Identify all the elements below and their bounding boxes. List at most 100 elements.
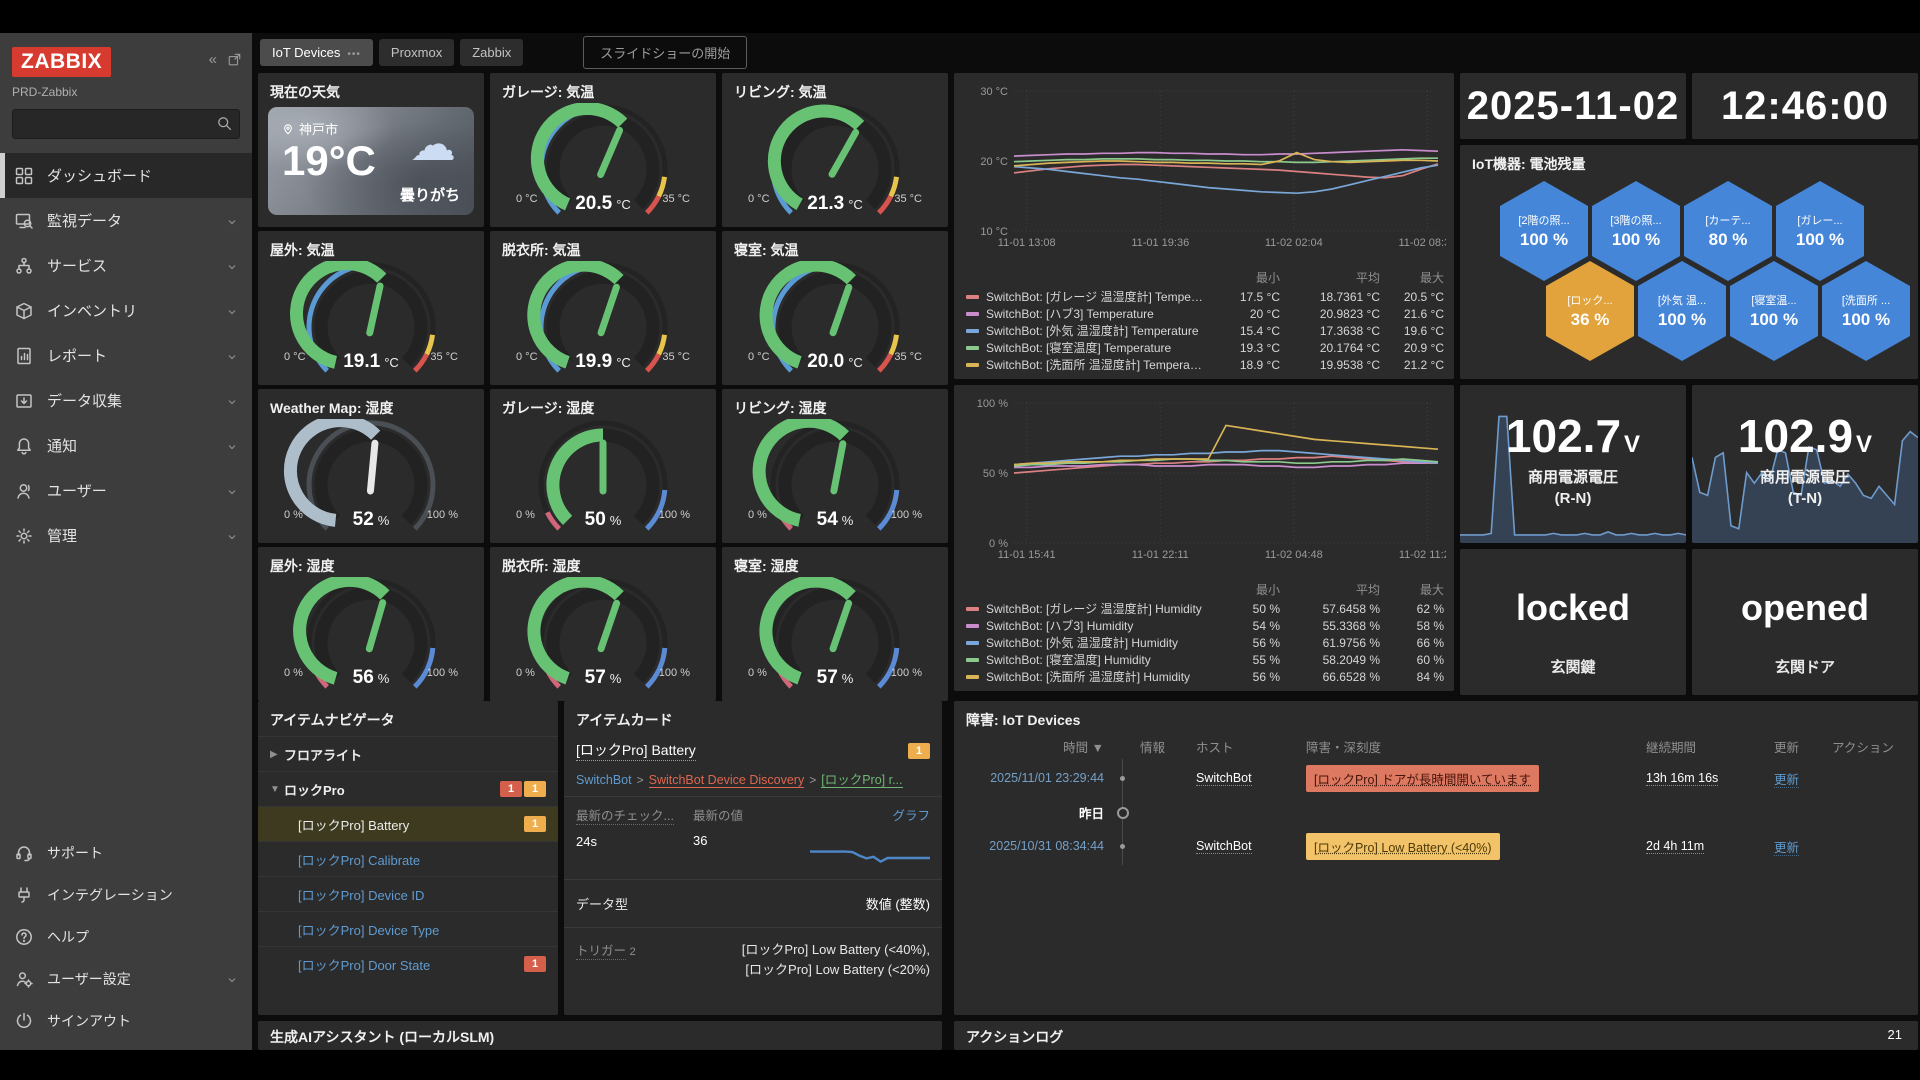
problems-column-header[interactable]: アクション (1832, 737, 1908, 756)
zabbix-logo[interactable]: ZABBIX (12, 47, 111, 77)
sidebar-item-administration[interactable]: 管理 (0, 513, 252, 558)
sidebar-item-monitoring[interactable]: 監視データ (0, 198, 252, 243)
legend-swatch (966, 624, 979, 628)
sidebar-item-notifications[interactable]: 通知 (0, 423, 252, 468)
gauge-value: 57% (490, 667, 716, 689)
widget-gauge-bathroom-temp: 脱衣所: 気温0 °C35 °C19.9°C (490, 231, 716, 385)
sidebar-item-integrations[interactable]: インテグレーション (0, 874, 252, 916)
dashboard-icon (14, 166, 34, 186)
problem-update-link[interactable]: 更新 (1774, 837, 1832, 856)
legend-row[interactable]: SwitchBot: [外気 温湿度計] Temperature15.4 °C1… (966, 322, 1444, 339)
problem-count-badge: 1 (524, 781, 546, 797)
svg-text:11-01 13:08: 11-01 13:08 (998, 237, 1056, 249)
battery-hex-cell[interactable]: [カーテ...80 % (1684, 181, 1772, 281)
problems-column-header[interactable]: 情報 (1140, 737, 1196, 756)
sidebar-item-label: 通知 (47, 435, 77, 456)
legend-row[interactable]: SwitchBot: [ガレージ 温湿度計] Humidity50 %57.64… (966, 600, 1444, 617)
sidebar-item-signout[interactable]: サインアウト (0, 1000, 252, 1042)
legend-row[interactable]: SwitchBot: [ハブ3] Humidity54 %55.3368 %58… (966, 617, 1444, 634)
navigator-group[interactable]: ▶フロアライト (258, 736, 558, 771)
legend-row[interactable]: SwitchBot: [ハブ3] Temperature20 °C20.9823… (966, 305, 1444, 322)
notifications-icon (14, 436, 34, 456)
legend-row[interactable]: SwitchBot: [洗面所 温湿度計] Temperature18.9 °C… (966, 356, 1444, 373)
sidebar-collapse-icon[interactable]: « (209, 51, 217, 68)
problems-date-separator: 昨日 (966, 797, 1908, 827)
sidebar-item-support[interactable]: サポート (0, 832, 252, 874)
chevron-down-icon (226, 973, 238, 985)
problem-duration[interactable]: 13h 16m 16s (1646, 771, 1774, 785)
legend-row[interactable]: SwitchBot: [ガレージ 温湿度計] Temperature17.5 °… (966, 288, 1444, 305)
problem-update-link[interactable]: 更新 (1774, 769, 1832, 788)
sidebar-item-reports[interactable]: レポート (0, 333, 252, 378)
humidity-chart[interactable]: 100 %50 %0 %11-01 15:4111-01 22:1111-02 … (962, 393, 1446, 565)
server-name: PRD-Zabbix (12, 85, 240, 99)
navigator-item[interactable]: [ロックPro] Battery1 (258, 806, 558, 841)
battery-hex-cell[interactable]: [洗面所 ...100 % (1822, 261, 1910, 361)
sidebar-search-input[interactable] (12, 109, 240, 139)
widget-front-door-lock: locked 玄関鍵 (1460, 549, 1686, 695)
battery-hex-cell[interactable]: [寝室温...100 % (1730, 261, 1818, 361)
problem-host[interactable]: SwitchBot (1196, 839, 1306, 853)
problems-column-header[interactable]: ホスト (1196, 737, 1306, 756)
tab-zabbix[interactable]: Zabbix (460, 39, 523, 66)
problems-column-header[interactable]: 障害・深刻度 (1306, 737, 1646, 756)
sidebar-item-help[interactable]: ヘルプ (0, 916, 252, 958)
problem-name-pill[interactable]: [ロックPro] ドアが長時間開いています (1306, 765, 1539, 792)
navigator-item[interactable]: [ロックPro] Device Type (258, 911, 558, 946)
breadcrumb-link[interactable]: SwitchBot Device Discovery (649, 773, 805, 788)
navigator-item[interactable]: [ロックPro] Door State1 (258, 946, 558, 981)
legend-row[interactable]: SwitchBot: [寝室温度] Humidity55 %58.2049 %6… (966, 651, 1444, 668)
tab-menu-dots[interactable]: ••• (347, 49, 361, 60)
legend-swatch (966, 363, 979, 367)
problem-duration[interactable]: 2d 4h 11m (1646, 839, 1774, 853)
legend-row[interactable]: SwitchBot: [寝室温度] Temperature19.3 °C20.1… (966, 339, 1444, 356)
tab-proxmox[interactable]: Proxmox (379, 39, 454, 66)
sidebar-item-services[interactable]: サービス (0, 243, 252, 288)
problem-time[interactable]: 2025/10/31 08:34:44 (966, 839, 1114, 853)
battery-hex-cell[interactable]: [3階の照...100 % (1592, 181, 1680, 281)
battery-hex-cell[interactable]: [外気 温...100 % (1638, 261, 1726, 361)
legend-swatch (966, 658, 979, 662)
sidebar-item-users[interactable]: ユーザー (0, 468, 252, 513)
battery-hex-cell[interactable]: [ロック...36 % (1546, 261, 1634, 361)
hex-device-name: [洗面所 ... (1842, 292, 1890, 308)
triggers-list: [ロックPro] Low Battery (<40%),[ロックPro] Low… (742, 940, 930, 980)
navigator-group[interactable]: ▼ロックPro11 (258, 771, 558, 806)
navigator-group-label: ロックPro (284, 780, 345, 799)
sidebar-item-data-collection[interactable]: データ収集 (0, 378, 252, 423)
gauge-value: 21.3°C (722, 193, 948, 215)
graph-link[interactable]: グラフ (892, 805, 930, 824)
caret-collapsed-icon[interactable]: ▶ (270, 749, 284, 760)
sidebar-popout-icon[interactable] (227, 52, 242, 67)
sidebar-item-user-settings[interactable]: ユーザー設定 (0, 958, 252, 1000)
problem-time[interactable]: 2025/11/01 23:29:44 (966, 771, 1114, 785)
navigator-item[interactable]: [ロックPro] Calibrate (258, 841, 558, 876)
legend-row[interactable]: SwitchBot: [外気 温湿度計] Humidity56 %61.9756… (966, 634, 1444, 651)
hex-device-name: [2階の照... (1518, 212, 1569, 228)
breadcrumb-link[interactable]: SwitchBot (576, 773, 632, 787)
problems-column-header[interactable]: 継続期間 (1646, 737, 1774, 756)
temperature-chart[interactable]: 30 °C20 °C10 °C11-01 13:0811-01 19:3611-… (962, 81, 1446, 253)
voltage-rn-label: 商用電源電圧(R-N) (1460, 467, 1686, 509)
hex-battery-value: 100 % (1796, 230, 1844, 250)
hex-battery-value: 100 % (1612, 230, 1660, 250)
breadcrumb-link[interactable]: [ロックPro] r... (821, 773, 902, 788)
sidebar-item-inventory[interactable]: インベントリ (0, 288, 252, 333)
navigator-item[interactable]: [ロックPro] Device ID (258, 876, 558, 911)
problem-name-pill[interactable]: [ロックPro] Low Battery (<40%) (1306, 833, 1500, 860)
dashboard-main: IoT Devices••• Proxmox Zabbix スライドショーの開始… (252, 33, 1920, 1050)
start-slideshow-button[interactable]: スライドショーの開始 (583, 36, 747, 69)
legend-row[interactable]: SwitchBot: [洗面所 温湿度計] Humidity56 %66.652… (966, 668, 1444, 685)
battery-hex-cell[interactable]: [2階の照...100 % (1500, 181, 1588, 281)
problems-column-header[interactable]: 更新 (1774, 737, 1832, 756)
voltage-tn-sparkline (1692, 385, 1918, 543)
sidebar-item-dashboard[interactable]: ダッシュボード (0, 153, 252, 198)
services-icon (14, 256, 34, 276)
tab-iot-devices[interactable]: IoT Devices••• (260, 39, 373, 66)
battery-hex-cell[interactable]: [ガレー...100 % (1776, 181, 1864, 281)
item-card-item-name[interactable]: [ロックPro] Battery (576, 740, 696, 761)
caret-expanded-icon[interactable]: ▼ (270, 784, 284, 795)
problems-column-header[interactable]: 時間 ▼ (966, 737, 1114, 756)
problem-host[interactable]: SwitchBot (1196, 771, 1306, 785)
svg-text:11-01 22:11: 11-01 22:11 (1132, 549, 1189, 561)
